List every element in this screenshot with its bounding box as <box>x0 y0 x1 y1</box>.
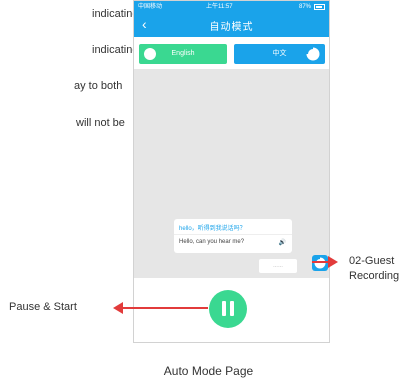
doc-text-line-4: will not be <box>76 117 125 129</box>
pause-icon-bar-right <box>230 301 234 316</box>
battery-percent: 87% <box>298 4 311 10</box>
carrier-label: 中国移动 <box>138 4 163 10</box>
guest-recording-field: …… <box>259 259 297 273</box>
guest-record-button[interactable] <box>312 255 328 271</box>
pause-start-annotation: Pause & Start <box>9 301 77 313</box>
language-selector: English 中文 <box>134 37 329 69</box>
pause-icon-bar-left <box>222 301 226 316</box>
doc-text-line-2: indicating <box>92 44 139 56</box>
record-icon <box>306 47 320 61</box>
arrow-right-icon <box>328 256 338 268</box>
record-icon <box>314 257 326 269</box>
page-title: 自动模式 <box>209 22 254 33</box>
speech-bubble-icon <box>144 48 156 60</box>
pause-start-button[interactable] <box>209 290 247 328</box>
phone-screen: 中国移动 上午11:57 87% ‹ 自动模式 English 中文 hello… <box>133 0 330 343</box>
guest-recording-line-1: 02-Guest <box>349 255 395 267</box>
arrow-left-icon <box>113 302 123 314</box>
nav-bar: ‹ 自动模式 <box>134 13 329 37</box>
guest-recording-annotation: 02-Guest Recording <box>349 254 399 284</box>
bottom-bar <box>134 278 329 342</box>
chat-area: hello，听得到我说话吗？ Hello, can you hear me? 🔊… <box>134 69 329 277</box>
chinese-language-button[interactable]: 中文 <box>234 44 325 64</box>
chat-bubble: hello，听得到我说话吗？ Hello, can you hear me? 🔊 <box>174 219 292 253</box>
status-bar: 中国移动 上午11:57 87% <box>134 1 329 13</box>
english-language-button[interactable]: English <box>139 44 227 64</box>
pause-start-arrow <box>118 307 208 309</box>
doc-text-line-1: indicating <box>92 8 139 20</box>
recognized-text: hello，听得到我说话吗？ <box>179 226 246 232</box>
figure-caption: Auto Mode Page <box>163 364 254 378</box>
translated-text: Hello, can you hear me? <box>179 239 245 245</box>
english-label: English <box>171 50 195 57</box>
speaker-icon[interactable]: 🔊 <box>279 239 286 246</box>
battery-icon <box>314 4 325 10</box>
guest-recording-line-2: Recording <box>349 270 400 282</box>
bubble-divider <box>174 234 292 235</box>
chinese-label: 中文 <box>272 50 287 57</box>
clock: 上午11:57 <box>206 4 233 10</box>
doc-text-line-3: ay to both <box>74 80 123 92</box>
